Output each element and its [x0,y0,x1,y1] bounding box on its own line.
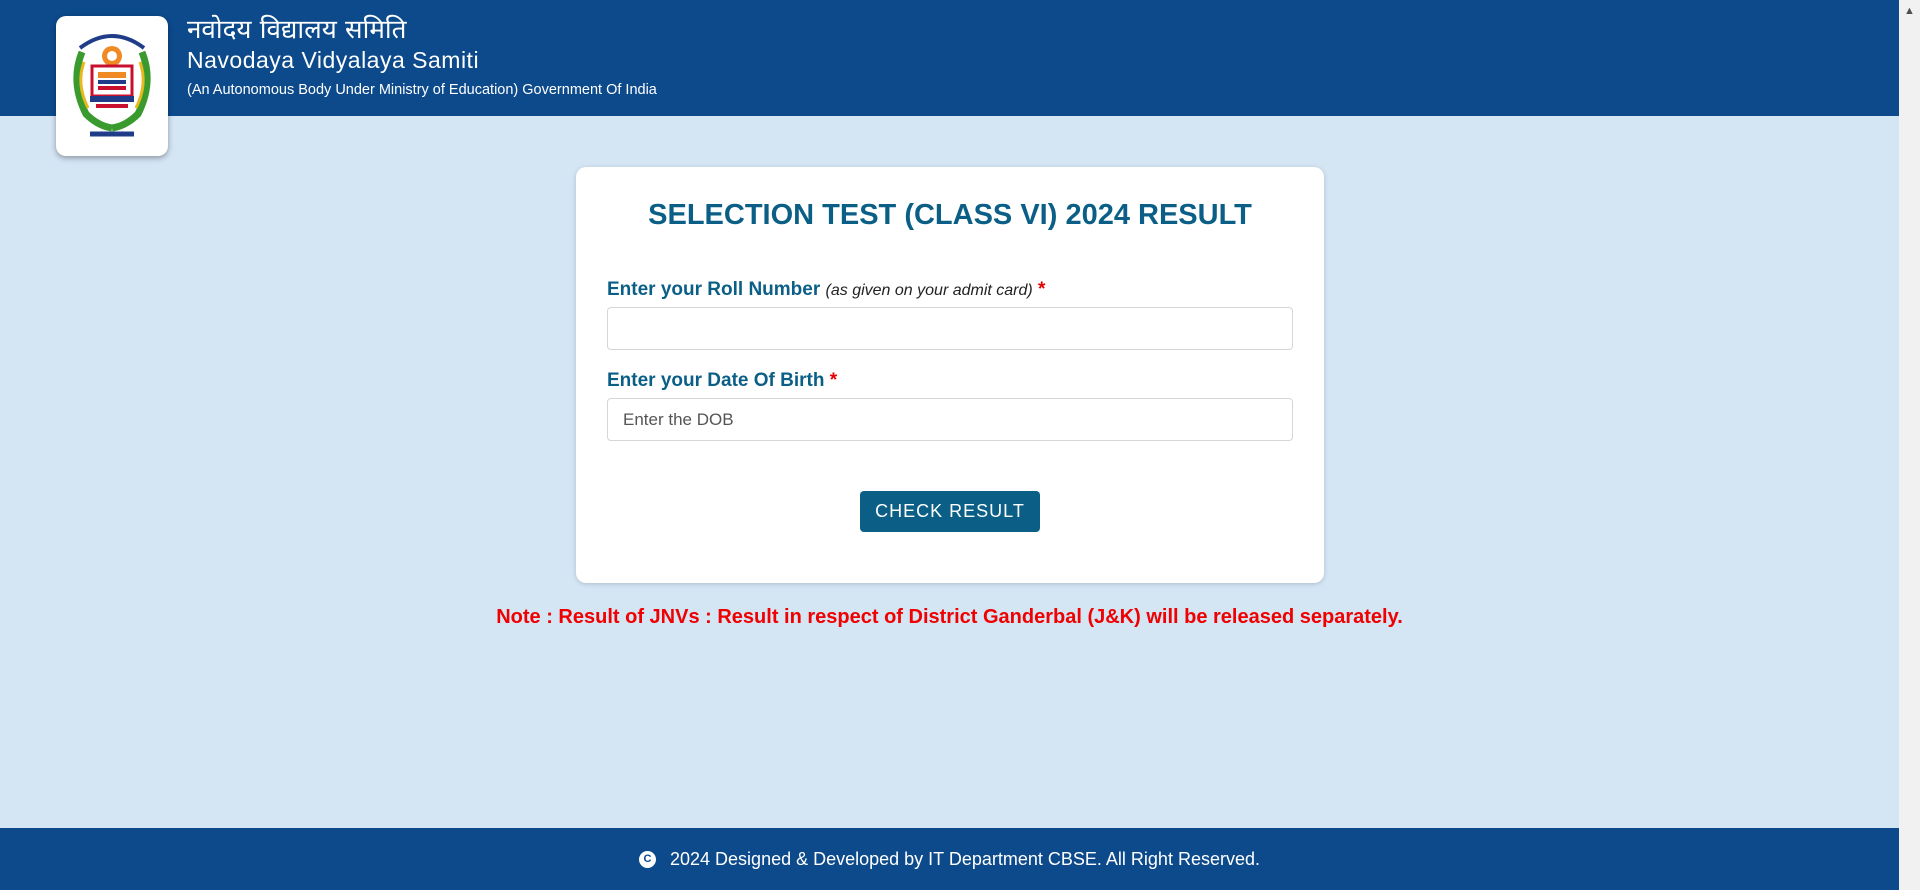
roll-number-input[interactable] [607,307,1293,350]
site-title-english: Navodaya Vidyalaya Samiti [187,47,480,73]
roll-number-hint: (as given on your admit card) [825,282,1033,299]
footer-text: 2024 Designed & Developed by IT Departme… [670,848,1260,869]
dob-input[interactable] [607,398,1293,441]
roll-number-label: Enter your Roll Number (as given on your… [607,279,1045,301]
required-mark: * [1038,279,1046,300]
dob-label: Enter your Date Of Birth * [607,370,837,392]
vertical-scrollbar[interactable]: ▲ [1899,0,1920,890]
copyright-icon: C [639,850,656,868]
roll-number-label-text: Enter your Roll Number [607,279,821,300]
dob-label-text: Enter your Date Of Birth [607,370,825,391]
required-mark: * [829,370,838,391]
site-title-hindi: नवोदय विद्यालय समिति [187,15,407,45]
check-result-button[interactable]: CHECK RESULT [860,491,1040,532]
result-form-card: SELECTION TEST (CLASS VI) 2024 RESULT En… [576,167,1324,583]
form-title: SELECTION TEST (CLASS VI) 2024 RESULT [648,199,1252,231]
release-note: Note : Result of JNVs : Result in respec… [496,606,1403,628]
site-subtitle: (An Autonomous Body Under Ministry of Ed… [187,82,657,98]
site-footer: C 2024 Designed & Developed by IT Depart… [0,828,1899,890]
nvs-emblem-icon [73,34,151,137]
scroll-up-arrow-icon[interactable]: ▲ [1899,0,1920,21]
site-header: नवोदय विद्यालय समिति Navodaya Vidyalaya … [0,0,1899,156]
nvs-logo[interactable] [56,16,168,156]
